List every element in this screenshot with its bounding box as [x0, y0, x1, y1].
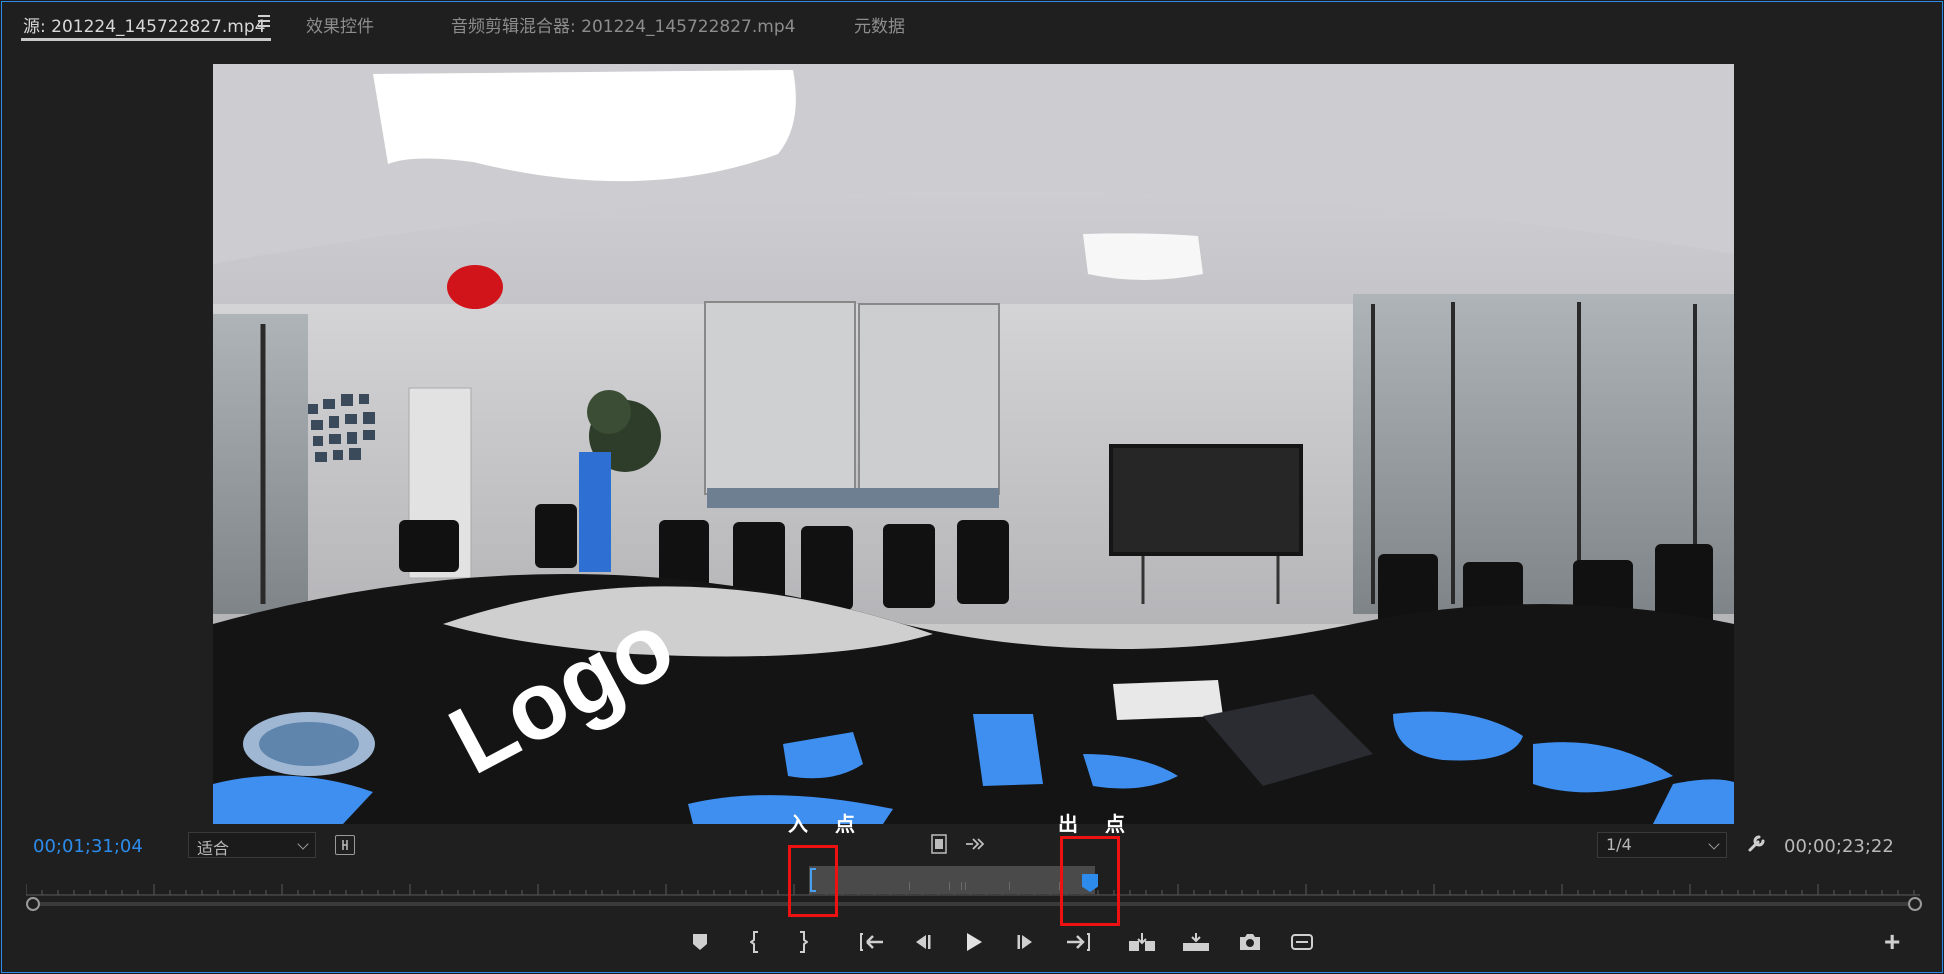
- source-monitor-panel: 源: 201224_145722827.mp4 效果控件 音频剪辑混合器: 20…: [1, 1, 1943, 973]
- duration-timecode[interactable]: 00;00;23;22: [1784, 836, 1894, 857]
- insert-icon[interactable]: [1126, 928, 1158, 956]
- tab-source[interactable]: 源: 201224_145722827.mp4: [23, 12, 265, 37]
- step-back-icon[interactable]: [906, 928, 938, 956]
- out-point-annotation: 出 点: [1058, 812, 1135, 836]
- zoom-level-value: 适合: [197, 839, 230, 858]
- wrench-icon[interactable]: [1746, 832, 1768, 854]
- play-icon[interactable]: [958, 928, 990, 956]
- tab-effect-controls[interactable]: 效果控件: [306, 12, 374, 37]
- zoom-level-select[interactable]: 适合: [188, 832, 316, 858]
- go-to-out-icon[interactable]: [1062, 928, 1094, 956]
- panorama-frame: Logo: [213, 64, 1734, 824]
- tab-audio-clip-mixer[interactable]: 音频剪辑混合器: 201224_145722827.mp4: [451, 12, 795, 37]
- panel-tabs: 源: 201224_145722827.mp4 效果控件 音频剪辑混合器: 20…: [2, 2, 1942, 46]
- hamburger-icon[interactable]: [258, 15, 270, 27]
- bracket-icon[interactable]: [335, 835, 355, 855]
- active-tab-indicator: [21, 38, 271, 41]
- out-point-highlight-box: [1060, 836, 1120, 926]
- in-point-annotation: 入 点: [788, 812, 865, 836]
- zoom-scroll-start-handle[interactable]: [26, 897, 40, 911]
- filmstrip-icon[interactable]: [929, 833, 949, 855]
- tab-metadata[interactable]: 元数据: [854, 12, 905, 37]
- playback-resolution-value: 1/4: [1606, 835, 1632, 854]
- camera-icon[interactable]: [1234, 928, 1266, 956]
- plus-icon[interactable]: +: [1884, 928, 1900, 956]
- in-point-highlight-box: [788, 845, 838, 917]
- current-timecode[interactable]: 00;01;31;04: [33, 836, 143, 857]
- chevron-down-icon: [1708, 838, 1720, 850]
- vr-icon[interactable]: [1286, 928, 1318, 956]
- zoom-scroll-end-handle[interactable]: [1908, 897, 1922, 911]
- video-preview[interactable]: Logo: [213, 64, 1734, 824]
- zoom-scroll-track[interactable]: [34, 902, 1916, 906]
- waveform-icon[interactable]: [964, 835, 988, 853]
- marker-icon[interactable]: [684, 928, 716, 956]
- go-to-in-icon[interactable]: [856, 928, 888, 956]
- step-forward-icon[interactable]: [1010, 928, 1042, 956]
- in-out-range[interactable]: [809, 866, 1095, 894]
- mark-out-icon[interactable]: [786, 928, 818, 956]
- playback-resolution-select[interactable]: 1/4: [1597, 832, 1727, 858]
- mark-in-icon[interactable]: [740, 928, 772, 956]
- chevron-down-icon: [297, 838, 309, 850]
- overwrite-icon[interactable]: [1180, 928, 1212, 956]
